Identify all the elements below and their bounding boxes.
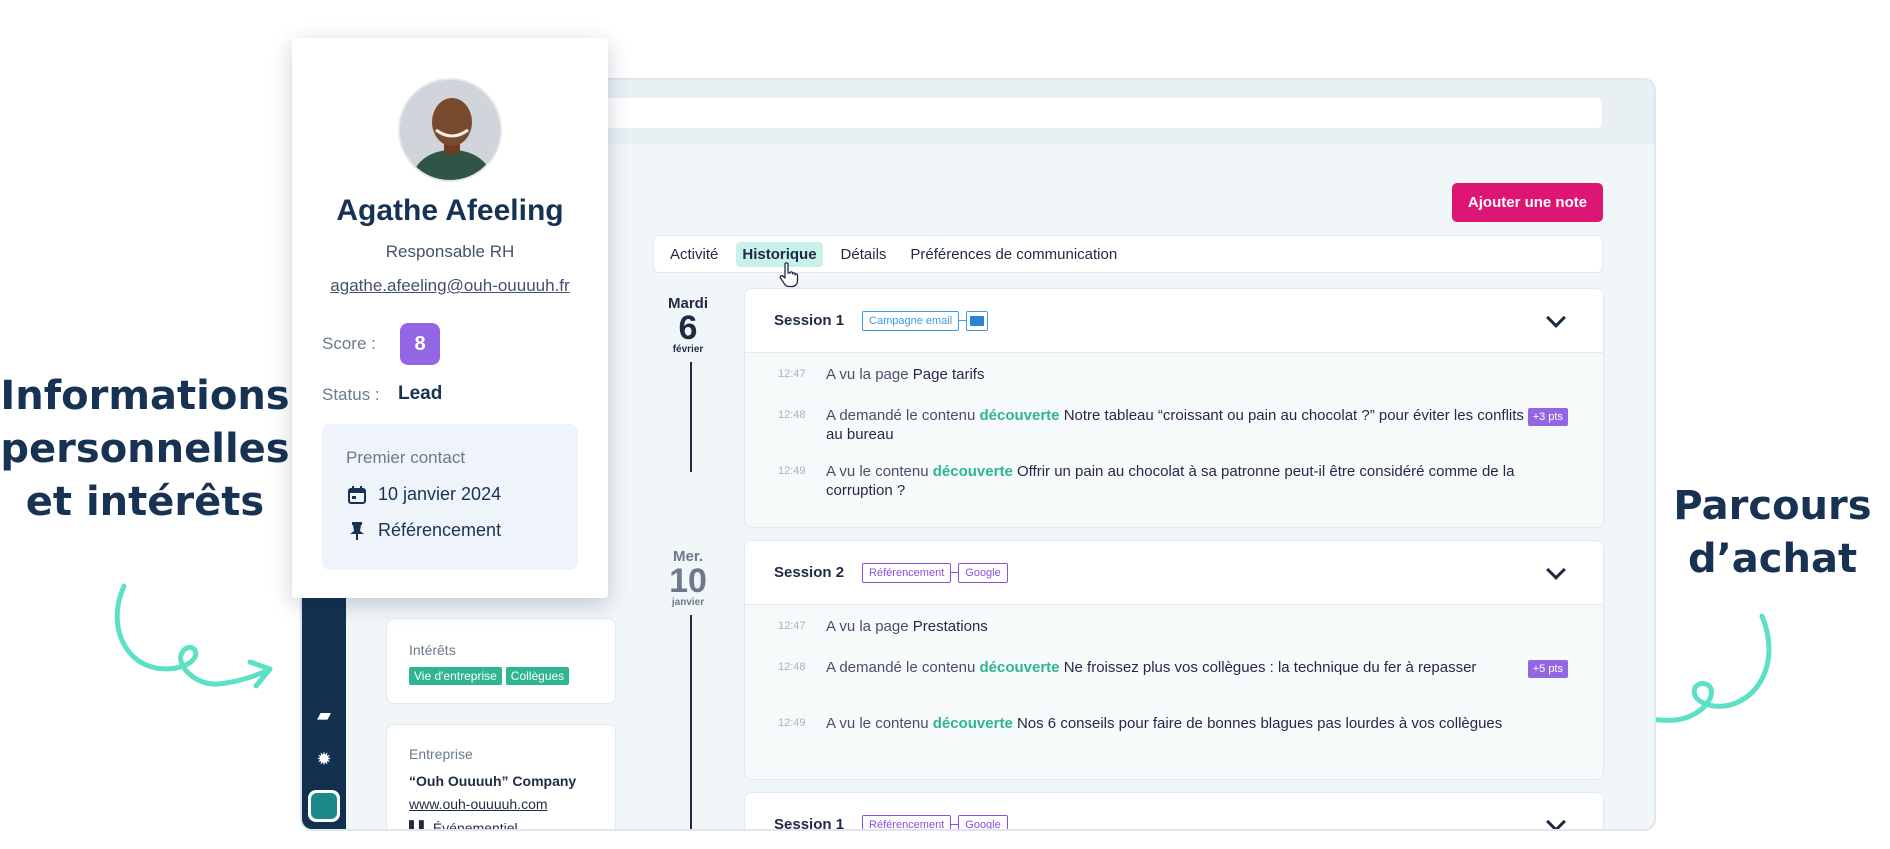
profile-email-link[interactable]: agathe.afeeling@ouh-ouuuuh.fr	[292, 276, 608, 296]
event-row: 12:49 A vu le contenu découverte Nos 6 c…	[778, 715, 1503, 732]
event-time: 12:47	[778, 620, 806, 632]
company-sector: ▌▌ Événementiel	[409, 820, 518, 831]
pin-icon	[346, 521, 368, 541]
annotation-personal-info: Informations personnelles et intérêts	[0, 373, 290, 525]
interests-card: Intérêts Vie d'entreprise Collègues	[386, 618, 616, 704]
tab-details[interactable]: Détails	[835, 242, 893, 267]
points-badge: +3 pts	[1527, 408, 1568, 426]
session-header[interactable]: Session 1 Référencement Google	[745, 793, 1603, 831]
profile-name: Agathe Afeeling	[336, 194, 564, 227]
profile-card: Agathe Afeeling Responsable RH agathe.af…	[292, 38, 608, 598]
source-tag: Référencement	[862, 562, 952, 583]
event-row: 12:49 A vu le contenu découverte Offrir …	[778, 463, 1515, 499]
event-time: 12:47	[778, 368, 806, 380]
day-label: Mardi 6 février	[667, 295, 708, 355]
session-card: Session 2 Référencement Google 12:47 A v…	[744, 540, 1604, 780]
company-website-link[interactable]: www.ouh-ouuuuh.com	[409, 796, 548, 812]
timeline-line	[690, 362, 692, 472]
add-note-button[interactable]: Ajouter une note	[1452, 183, 1603, 222]
session-card: Session 1 Référencement Google	[744, 792, 1604, 831]
interest-tag[interactable]: Collègues	[505, 667, 570, 685]
event-row: 12:47 A vu la page Page tarifs	[778, 366, 985, 383]
status-value: Lead	[398, 383, 443, 404]
source-tag: Google	[958, 562, 1008, 583]
annotation-purchase-journey: Parcours d’achat	[1673, 483, 1872, 582]
calendar-icon	[346, 485, 368, 505]
event-time: 12:49	[778, 717, 806, 729]
status-label: Status :	[322, 385, 380, 404]
source-tag: Campagne email	[862, 310, 960, 331]
event-link[interactable]: Page tarifs	[913, 366, 985, 383]
event-link[interactable]: Ne froissez plus vos collègues : la tech…	[1064, 659, 1477, 676]
timeline-line	[690, 615, 692, 829]
first-contact-date: 10 janvier 2024	[346, 484, 501, 505]
left-curly-arrow-icon	[114, 583, 273, 689]
profile-role: Responsable RH	[385, 242, 515, 261]
session-header[interactable]: Session 1 Campagne email	[745, 289, 1603, 353]
chevron-down-icon[interactable]	[1546, 560, 1566, 580]
score-badge: 8	[400, 323, 440, 365]
source-tag: Google	[958, 814, 1008, 829]
gear-icon[interactable]: ✹	[302, 740, 346, 778]
day-label: Mer. 10 janvier	[669, 548, 707, 608]
source-tag: Référencement	[862, 814, 952, 829]
avatar-illustration	[400, 80, 500, 180]
interests-tags: Vie d'entreprise Collègues	[409, 667, 573, 685]
event-time: 12:49	[778, 465, 806, 477]
event-row: 12:48 A demandé le contenu découverte Ne…	[778, 658, 1568, 698]
session-title: Session 1	[774, 816, 845, 831]
avatar	[398, 78, 502, 182]
event-link[interactable]: Offrir un pain au chocolat à sa patronne…	[826, 463, 1514, 499]
company-card: Entreprise “Ouh Ouuuuh” Company www.ouh-…	[386, 724, 616, 831]
session-header[interactable]: Session 2 Référencement Google	[745, 541, 1603, 605]
session-title: Session 2	[774, 564, 845, 581]
event-time: 12:48	[778, 409, 806, 421]
session-card: Session 1 Campagne email 12:47 A vu la p…	[744, 288, 1604, 528]
points-badge: +5 pts	[1527, 660, 1568, 678]
event-row: 12:47 A vu la page Prestations	[778, 618, 988, 635]
tab-preferences[interactable]: Préférences de communication	[904, 242, 1123, 267]
mail-icon	[966, 310, 989, 331]
company-title: Entreprise	[409, 746, 473, 762]
session-title: Session 1	[774, 312, 845, 329]
first-contact-box: Premier contact 10 janvier 2024 Référenc…	[322, 424, 578, 570]
first-contact-source: Référencement	[346, 520, 501, 541]
event-row: 12:48 A demandé le contenu découverte No…	[778, 406, 1568, 446]
chart-bar-icon: ▌▌	[409, 820, 429, 831]
score-label: Score :	[322, 334, 376, 353]
company-name: “Ouh Ouuuuh” Company	[409, 773, 577, 789]
app-logo-icon[interactable]	[308, 790, 340, 822]
chevron-down-icon[interactable]	[1546, 812, 1566, 829]
chevron-down-icon[interactable]	[1546, 308, 1566, 328]
event-link[interactable]: Nos 6 conseils pour faire de bonnes blag…	[1017, 715, 1502, 732]
first-contact-title: Premier contact	[346, 448, 466, 467]
tab-activite[interactable]: Activité	[664, 242, 724, 267]
folder-icon[interactable]: ▰	[302, 696, 346, 734]
interests-title: Intérêts	[409, 642, 456, 658]
interest-tag[interactable]: Vie d'entreprise	[409, 667, 502, 685]
search-input[interactable]	[602, 98, 1602, 128]
event-time: 12:48	[778, 661, 806, 673]
hand-cursor-icon	[779, 262, 799, 288]
event-link[interactable]: Prestations	[913, 618, 988, 635]
